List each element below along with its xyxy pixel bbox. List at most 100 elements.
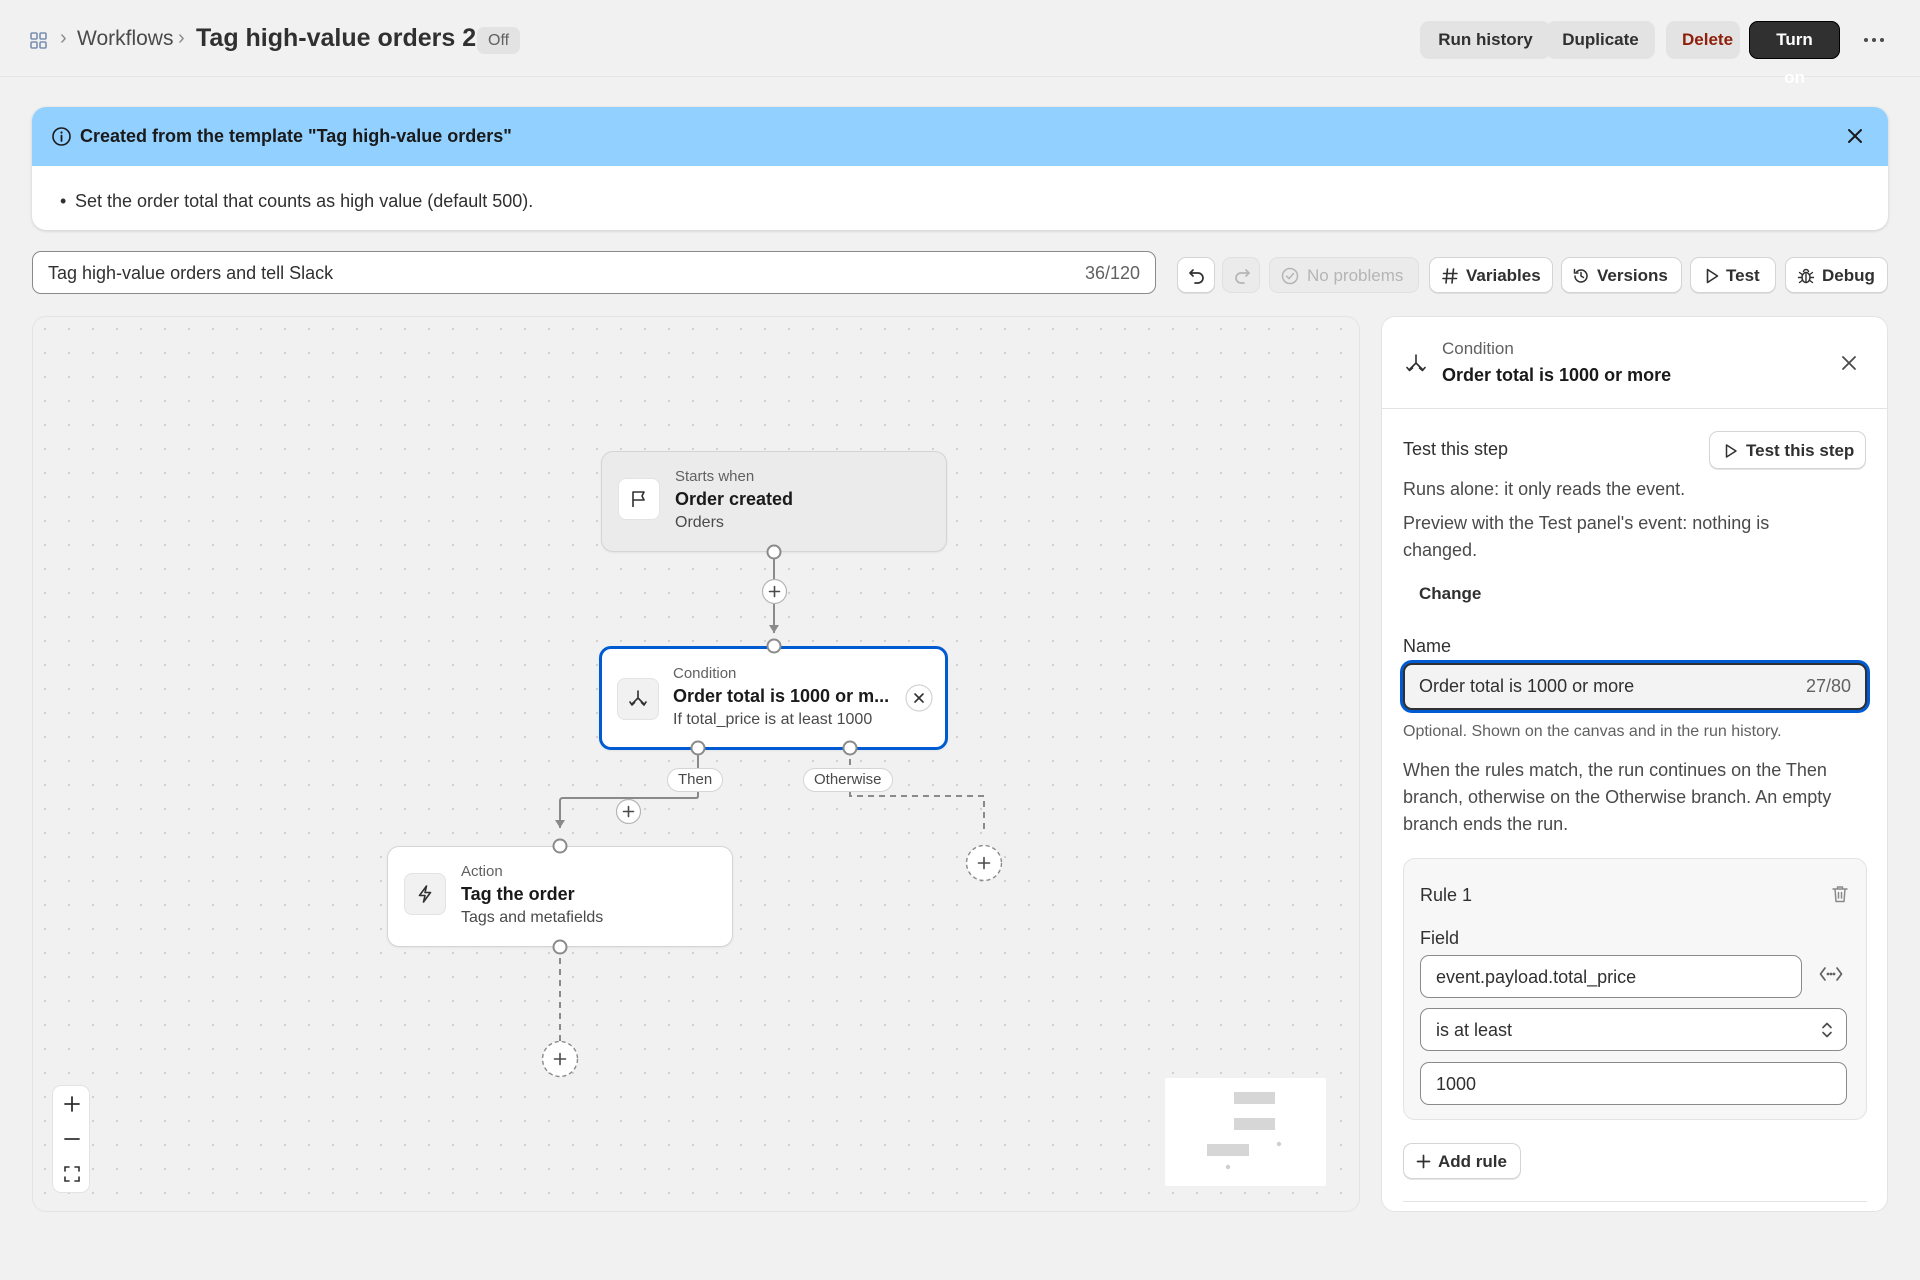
operator-select[interactable]: is at least <box>1420 1008 1847 1051</box>
test-label: Test <box>1726 266 1760 285</box>
status-badge: Off <box>477 27 521 54</box>
node-kicker: Action <box>461 863 503 880</box>
trash-icon[interactable] <box>1829 883 1851 905</box>
name-input[interactable]: Order total is 1000 or more 27/80 <box>1403 663 1867 710</box>
add-rule-label: Add rule <box>1438 1152 1507 1171</box>
breadcrumb-workflows[interactable]: Workflows <box>77 27 173 51</box>
chevron-right-icon: › <box>60 27 67 49</box>
node-kicker: Starts when <box>675 468 755 485</box>
minimap[interactable] <box>1165 1078 1326 1186</box>
name-label: Name <box>1403 636 1452 656</box>
bolt-icon <box>418 885 432 903</box>
branch-icon <box>629 690 647 706</box>
history-icon <box>1573 268 1588 283</box>
minimap-preview <box>1207 1092 1282 1170</box>
output-port[interactable] <box>766 544 782 560</box>
no-problems-status: No problems <box>1269 257 1419 293</box>
minus-icon <box>64 1138 80 1140</box>
run-history-button[interactable]: Run history <box>1420 21 1551 59</box>
action-node[interactable]: Action Tag the order Tags and metafields <box>387 846 733 947</box>
field-input[interactable]: event.payload.total_price <box>1420 955 1802 998</box>
duplicate-button[interactable]: Duplicate <box>1546 21 1655 59</box>
add-step-icon[interactable] <box>615 798 642 825</box>
name-help-text: Optional. Shown on the canvas and in the… <box>1403 723 1782 740</box>
remove-node-icon[interactable] <box>905 684 933 712</box>
node-title: Order total is 1000 or m... <box>673 686 890 706</box>
test-description: Runs alone: it only reads the event. <box>1403 479 1686 499</box>
output-port[interactable] <box>552 939 568 955</box>
chevron-right-icon: › <box>178 27 185 49</box>
action-icon-box <box>404 873 446 915</box>
node-title: Tag the order <box>461 884 575 904</box>
value-input[interactable]: 1000 <box>1420 1062 1847 1105</box>
panel-title: Order total is 1000 or more <box>1442 365 1672 385</box>
then-port[interactable] <box>690 740 706 756</box>
input-port[interactable] <box>766 638 782 654</box>
description-input[interactable]: Tag high-value orders and tell Slack 36/… <box>32 251 1156 294</box>
turn-on-button[interactable]: Turn on <box>1749 21 1840 87</box>
fit-view-icon <box>64 1166 80 1182</box>
variable-picker-icon[interactable] <box>1818 963 1844 985</box>
fit-view-button[interactable] <box>53 1157 91 1191</box>
change-button[interactable]: Change <box>1419 584 1481 604</box>
redo-button[interactable] <box>1222 257 1260 293</box>
zoom-out-button[interactable] <box>53 1122 91 1156</box>
apps-icon[interactable] <box>30 32 47 49</box>
zoom-in-button[interactable] <box>53 1087 91 1121</box>
branch-help-text: When the rules match, the run continues … <box>1403 760 1832 834</box>
test-preview-description: Preview with the Test panel's event: not… <box>1403 513 1770 560</box>
trigger-icon-box <box>618 478 660 520</box>
otherwise-label: Otherwise <box>803 768 893 792</box>
add-rule-button[interactable]: Add rule <box>1403 1143 1521 1179</box>
versions-label: Versions <box>1597 266 1668 285</box>
close-icon[interactable] <box>1844 125 1866 147</box>
page-title: Tag high-value orders 2 <box>196 24 477 52</box>
plus-icon <box>1416 1154 1431 1169</box>
condition-node[interactable]: Condition Order total is 1000 or m... If… <box>599 646 948 750</box>
test-button[interactable]: Test <box>1690 257 1776 293</box>
name-count: 27/80 <box>1805 676 1851 696</box>
select-chevron-icon <box>1822 1022 1832 1038</box>
top-bar: › Workflows › Tag high-value orders 2 Of… <box>0 0 1920 87</box>
debug-label: Debug <box>1822 266 1875 285</box>
close-icon[interactable] <box>1838 352 1860 374</box>
panel-kicker: Condition <box>1442 339 1514 358</box>
test-step-button[interactable]: Test this step <box>1709 431 1866 469</box>
then-label: Then <box>667 768 724 792</box>
plus-icon <box>64 1096 80 1112</box>
divider <box>1403 1201 1867 1202</box>
variables-label: Variables <box>1466 266 1541 285</box>
otherwise-port[interactable] <box>842 740 858 756</box>
bug-icon <box>1797 268 1815 284</box>
play-icon <box>1706 268 1719 284</box>
branch-icon <box>1406 354 1426 372</box>
node-subtitle: Tags and metafields <box>461 909 604 926</box>
trigger-node[interactable]: Starts when Order created Orders <box>601 451 947 552</box>
versions-button[interactable]: Versions <box>1561 257 1682 293</box>
flag-icon <box>632 491 645 507</box>
node-title: Order created <box>675 489 794 509</box>
undo-icon <box>1189 269 1204 284</box>
info-icon <box>52 127 71 146</box>
debug-button[interactable]: Debug <box>1785 257 1888 293</box>
delete-button[interactable]: Delete <box>1666 21 1740 59</box>
play-icon <box>1725 444 1737 458</box>
node-kicker: Condition <box>673 665 737 682</box>
input-port[interactable] <box>552 838 568 854</box>
name-value: Order total is 1000 or more <box>1419 676 1635 696</box>
rule-title: Rule 1 <box>1420 885 1473 905</box>
add-step-icon[interactable] <box>541 1040 579 1078</box>
field-label: Field <box>1420 928 1460 948</box>
step-panel: Condition Order total is 1000 or more Te… <box>1381 316 1888 1212</box>
panel-header <box>1382 317 1887 409</box>
more-actions-icon[interactable] <box>1862 28 1886 52</box>
add-step-icon[interactable] <box>965 844 1003 882</box>
undo-button[interactable] <box>1177 257 1215 293</box>
add-step-icon[interactable] <box>761 578 788 605</box>
rule-card: Rule 1 Field event.payload.total_price i… <box>1403 858 1867 1120</box>
description-count: 36/120 <box>1084 263 1140 283</box>
workflow-canvas[interactable]: Starts when Order created Orders Conditi… <box>32 316 1360 1212</box>
template-banner: Created from the template "Tag high-valu… <box>32 107 1888 230</box>
test-step-label: Test this step <box>1746 441 1855 460</box>
variables-button[interactable]: Variables <box>1429 257 1553 293</box>
